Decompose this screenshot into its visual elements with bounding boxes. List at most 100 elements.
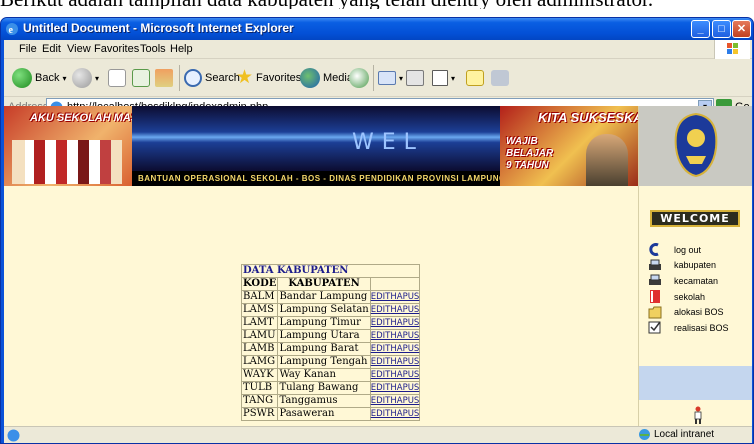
cell-kode: LAMS <box>240 303 279 317</box>
search-label: Search <box>205 72 240 84</box>
sidebar-item-sekolah[interactable]: sekolah <box>648 289 752 305</box>
cell-actions: EDITHAPUS <box>369 381 421 395</box>
cell-actions: EDITHAPUS <box>369 355 421 369</box>
delete-link[interactable]: HAPUS <box>390 370 419 380</box>
menu-help[interactable]: Help <box>170 43 193 55</box>
close-button[interactable]: ✕ <box>732 20 751 38</box>
cell-kode: LAMT <box>240 316 279 330</box>
delete-link[interactable]: HAPUS <box>390 344 419 354</box>
banner-center-text: WEL <box>352 130 424 155</box>
person-icon <box>694 406 702 424</box>
history-button[interactable] <box>349 67 369 89</box>
edit-link[interactable]: EDIT <box>371 318 391 328</box>
header-kode: KODE <box>240 277 279 291</box>
minimize-icon: _ <box>697 23 704 35</box>
menu-view[interactable]: View <box>67 43 91 55</box>
delete-link[interactable]: HAPUS <box>390 409 419 419</box>
word-edit-icon <box>432 70 448 86</box>
stop-icon <box>108 69 126 87</box>
menu-edit[interactable]: Edit <box>42 43 61 55</box>
refresh-icon <box>132 69 150 87</box>
edit-link[interactable]: EDIT <box>371 370 391 380</box>
kabupaten-table: DATA KABUPATEN KODE KABUPATEN BALM Bandar… <box>240 264 421 421</box>
mail-icon <box>378 71 396 85</box>
delete-link[interactable]: HAPUS <box>390 383 419 393</box>
stop-button[interactable] <box>108 67 126 89</box>
cell-actions: EDITHAPUS <box>369 303 421 317</box>
forward-button[interactable]: ▾ <box>72 67 99 89</box>
minimize-button[interactable]: _ <box>691 20 710 38</box>
menu-tools[interactable]: Tools <box>140 43 166 55</box>
favorites-label: Favorites <box>256 72 302 84</box>
sidebar-item-kabupaten[interactable]: kabupaten <box>648 258 752 274</box>
cell-kode: WAYK <box>240 368 279 382</box>
print-button[interactable] <box>406 67 424 89</box>
cell-kode: TULB <box>240 381 279 395</box>
cell-kode: LAMG <box>240 355 279 369</box>
banner-right-subtitle: WAJIB BELAJAR 9 TAHUN <box>506 136 554 171</box>
windows-logo <box>714 40 750 59</box>
edit-link[interactable]: EDIT <box>371 331 391 341</box>
back-arrow-icon <box>12 68 32 88</box>
sidebar: WELCOME log out kabupaten kecamatan seko… <box>638 106 752 426</box>
welcome-label: WELCOME <box>650 210 740 227</box>
table-row: TANG Tanggamus EDITHAPUS <box>240 394 421 408</box>
title-bar[interactable]: e Untitled Document - Microsoft Internet… <box>1 18 753 40</box>
cell-kabupaten: Tanggamus <box>277 394 371 408</box>
table-row: LAMB Lampung Barat EDITHAPUS <box>240 342 421 356</box>
cell-kode: LAMB <box>240 342 279 356</box>
edit-link[interactable]: EDIT <box>371 383 391 393</box>
delete-link[interactable]: HAPUS <box>390 292 419 302</box>
note-icon <box>466 70 484 86</box>
favorites-button[interactable]: ★ Favorites <box>236 67 301 89</box>
delete-link[interactable]: HAPUS <box>390 305 419 315</box>
refresh-button[interactable] <box>132 67 150 89</box>
edit-link[interactable]: EDIT <box>371 344 391 354</box>
tut-wuri-handayani-logo <box>674 112 718 178</box>
table-row: BALM Bandar Lampung EDITHAPUS <box>240 290 421 304</box>
security-zone-label: Local intranet <box>654 429 715 440</box>
delete-link[interactable]: HAPUS <box>390 331 419 341</box>
forward-dropdown-icon: ▾ <box>95 73 100 83</box>
cell-kode: LAMU <box>240 329 279 343</box>
cell-kabupaten: Lampung Utara <box>277 329 371 343</box>
table-row: LAMG Lampung Tengah EDITHAPUS <box>240 355 421 369</box>
delete-link[interactable]: HAPUS <box>390 396 419 406</box>
cell-actions: EDITHAPUS <box>369 316 421 330</box>
sidebar-item-log-out[interactable]: log out <box>648 242 752 258</box>
print-icon <box>406 70 424 86</box>
edit-dropdown-icon: ▾ <box>451 73 456 83</box>
edit-link[interactable]: EDIT <box>371 357 391 367</box>
sidebar-item-label: kabupaten <box>674 260 717 271</box>
checklist-icon <box>648 321 661 334</box>
cell-actions: EDITHAPUS <box>369 290 421 304</box>
media-button[interactable]: Media <box>300 67 353 89</box>
back-button[interactable]: Back ▾ <box>12 67 66 89</box>
search-button[interactable]: Search <box>184 67 240 89</box>
delete-link[interactable]: HAPUS <box>390 357 419 367</box>
mail-button[interactable]: ▾ <box>378 67 403 89</box>
menu-file[interactable]: File <box>19 43 37 55</box>
main-area: AKU SEKOLAH MASA DEPANKU CERAH... WEL BA… <box>4 106 652 426</box>
discuss-button[interactable] <box>466 67 484 89</box>
cell-actions: EDITHAPUS <box>369 394 421 408</box>
cell-actions: EDITHAPUS <box>369 342 421 356</box>
delete-link[interactable]: HAPUS <box>390 318 419 328</box>
sidebar-item-label: sekolah <box>674 291 706 302</box>
edit-button[interactable]: ▾ <box>432 67 455 89</box>
messenger-button[interactable] <box>491 67 509 89</box>
printer-icon <box>649 259 661 270</box>
sidebar-item-kecamatan[interactable]: kecamatan <box>648 273 752 289</box>
edit-link[interactable]: EDIT <box>371 292 391 302</box>
mail-dropdown-icon: ▾ <box>399 73 404 83</box>
banner-right-title: KITA SUKSESKAN <box>538 110 653 125</box>
edit-link[interactable]: EDIT <box>371 409 391 419</box>
maximize-button[interactable]: □ <box>712 20 731 38</box>
menu-favorites[interactable]: Favorites <box>94 43 139 55</box>
edit-link[interactable]: EDIT <box>371 396 391 406</box>
home-button[interactable] <box>155 67 173 89</box>
sidebar-item-realisasi-bos[interactable]: realisasi BOS <box>648 320 752 336</box>
edit-link[interactable]: EDIT <box>371 305 391 315</box>
sidebar-item-alokasi-bos[interactable]: alokasi BOS <box>648 304 752 320</box>
ie-icon: e <box>6 23 18 36</box>
